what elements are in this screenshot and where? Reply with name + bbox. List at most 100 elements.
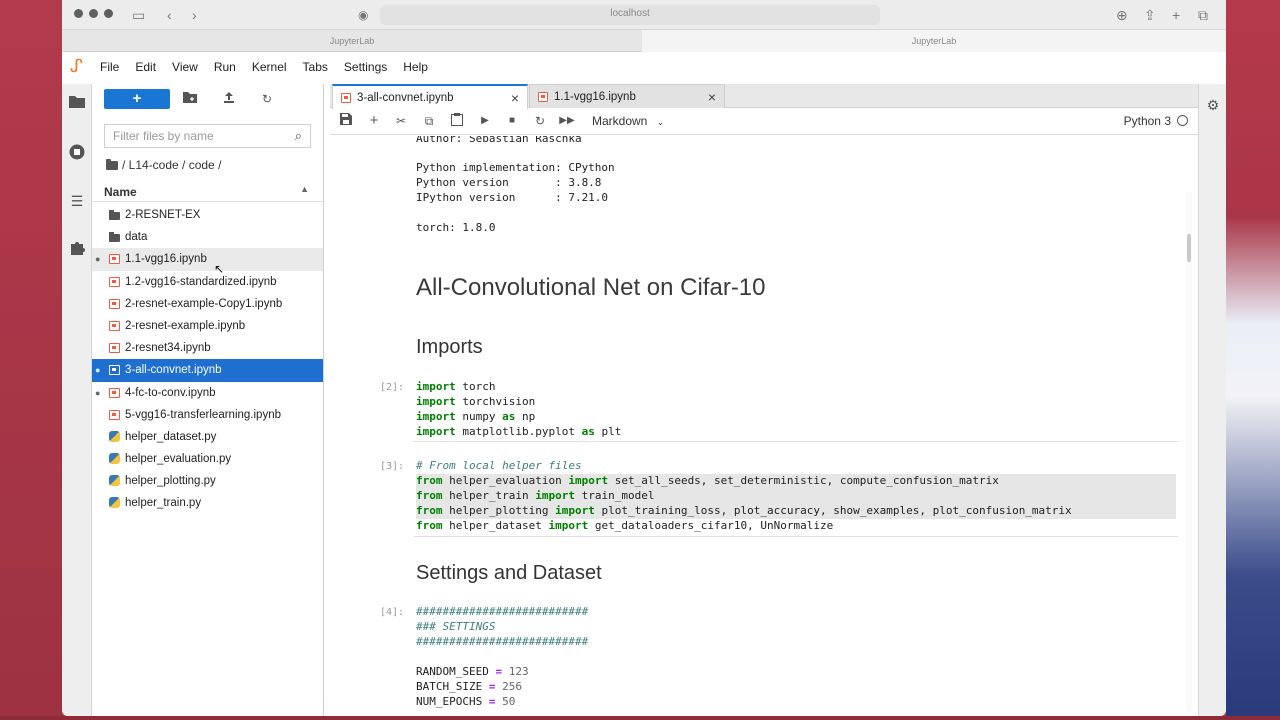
code-line: ##########################: [416, 635, 589, 648]
close-tab-icon[interactable]: ×: [708, 85, 716, 109]
imports-heading: Imports: [416, 336, 483, 358]
code-cell-imports[interactable]: import torch import torchvision import n…: [414, 378, 1178, 442]
file-item[interactable]: data: [92, 226, 323, 248]
upload-icon[interactable]: [220, 90, 238, 108]
kernel-status[interactable]: Python 3: [1124, 114, 1188, 128]
new-launcher-button[interactable]: +: [104, 89, 170, 109]
menu-settings[interactable]: Settings: [336, 56, 395, 78]
refresh-icon[interactable]: ↻: [258, 90, 276, 108]
new-folder-icon[interactable]: [181, 90, 199, 108]
code-cell-settings[interactable]: ########################## ### SETTINGS …: [414, 603, 1178, 716]
restart-run-all-icon[interactable]: ▶▶: [559, 113, 575, 129]
zoom-window-button[interactable]: [104, 9, 113, 18]
code-line: import torch: [416, 380, 496, 393]
file-item[interactable]: 2-resnet34.ipynb: [92, 337, 323, 359]
code-line: from helper_plotting import plot_trainin…: [416, 504, 1176, 519]
menu-run[interactable]: Run: [206, 56, 244, 78]
tab-1-1-vgg16[interactable]: 1.1-vgg16.ipynb ×: [529, 84, 725, 108]
privacy-icon[interactable]: ◉: [358, 5, 368, 25]
desktop-background-left: [0, 0, 62, 720]
notebook-icon: [109, 298, 120, 309]
file-browser: + ↻ ⌕ / L14-code / code / Name ▲ 2-RESNE…: [92, 84, 324, 716]
output-author-line: Author: Sebastian Raschka: [416, 136, 582, 145]
browser-toolbar: ▭ ‹ › ◉ localhost ⊕ ⇪ + ⧉: [62, 0, 1226, 30]
run-cell-icon[interactable]: ▶: [477, 113, 493, 129]
menu-help[interactable]: Help: [395, 56, 436, 78]
browser-tabs: JupyterLab JupyterLab: [62, 30, 1226, 52]
notebook-scrollbar-thumb[interactable]: [1187, 234, 1191, 262]
sidebar-toggle-icon[interactable]: ▭: [132, 5, 145, 25]
restart-kernel-icon[interactable]: ↻: [532, 113, 548, 129]
close-tab-icon[interactable]: ×: [511, 86, 519, 110]
download-icon[interactable]: ⊕: [1116, 5, 1128, 25]
python-file-icon: [109, 430, 120, 442]
cell-prompt: [4]:: [380, 607, 405, 618]
menu-file[interactable]: File: [92, 56, 127, 78]
file-item[interactable]: 2-resnet-example-Copy1.ipynb: [92, 293, 323, 315]
tab-3-all-convnet[interactable]: 3-all-convnet.ipynb ×: [332, 84, 528, 109]
tab-title: 3-all-convnet.ipynb: [357, 92, 454, 104]
notebook-icon: [341, 93, 351, 103]
address-bar[interactable]: localhost: [380, 5, 880, 25]
file-item[interactable]: 2-resnet-example.ipynb: [92, 315, 323, 337]
file-item[interactable]: helper_dataset.py: [92, 426, 323, 448]
notebook-content[interactable]: Author: Sebastian Raschka Python impleme…: [330, 136, 1198, 716]
output-version-line: IPython version : 7.21.0: [416, 191, 609, 204]
new-tab-icon[interactable]: +: [1172, 5, 1180, 25]
menu-tabs[interactable]: Tabs: [295, 56, 336, 78]
file-list: 2-RESNET-EX data ● 1.1-vgg16.ipynb 1.2-vgg16…: [92, 204, 323, 515]
notebook-scrollbar[interactable]: [1186, 192, 1192, 712]
python-file-icon: [109, 453, 120, 465]
file-browser-icon[interactable]: [68, 94, 86, 112]
minimize-window-button[interactable]: [89, 9, 98, 18]
file-item[interactable]: ● 4-fc-to-conv.ipynb: [92, 382, 323, 404]
menu-view[interactable]: View: [164, 56, 206, 78]
back-icon[interactable]: ‹: [167, 5, 172, 25]
cut-icon[interactable]: ✂: [393, 113, 409, 129]
cell-type-select[interactable]: Markdown ⌄: [592, 114, 664, 128]
forward-icon[interactable]: ›: [192, 5, 197, 25]
close-window-button[interactable]: [74, 9, 83, 18]
tab-overview-icon[interactable]: ⧉: [1198, 5, 1208, 25]
browser-tab-1[interactable]: JupyterLab: [62, 30, 642, 52]
file-list-header[interactable]: Name ▲: [92, 182, 323, 202]
folder-icon: [109, 232, 120, 243]
copy-icon[interactable]: ⧉: [421, 113, 437, 129]
menu-kernel[interactable]: Kernel: [244, 56, 295, 78]
extensions-icon[interactable]: [68, 240, 86, 258]
code-line: BATCH_SIZE = 256: [416, 680, 522, 693]
filter-files-input[interactable]: [113, 129, 283, 143]
home-folder-icon[interactable]: [106, 158, 118, 170]
file-item[interactable]: 2-RESNET-EX: [92, 204, 323, 226]
file-item[interactable]: helper_train.py: [92, 492, 323, 514]
table-of-contents-icon[interactable]: ☰: [68, 192, 86, 210]
browser-tab-2[interactable]: JupyterLab: [642, 30, 1226, 52]
file-item[interactable]: ● 3-all-convnet.ipynb: [92, 359, 323, 382]
jupyter-logo-icon: ᔑ: [70, 56, 83, 76]
right-activity-bar: ⚙: [1198, 84, 1226, 716]
file-name: helper_dataset.py: [125, 430, 217, 443]
name-column-header[interactable]: Name: [104, 185, 137, 199]
notebook-icon: [109, 276, 120, 287]
code-cell-helper-imports[interactable]: # From local helper files from helper_ev…: [414, 457, 1178, 537]
interrupt-kernel-icon[interactable]: ■: [504, 113, 520, 129]
file-item[interactable]: helper_evaluation.py: [92, 448, 323, 470]
file-item[interactable]: ● 1.1-vgg16.ipynb: [92, 248, 323, 271]
notebook-icon: [109, 254, 120, 265]
kernel-name: Python 3: [1123, 114, 1171, 128]
file-item[interactable]: 1.2-vgg16-standardized.ipynb: [92, 271, 323, 293]
insert-cell-icon[interactable]: +: [366, 113, 382, 129]
property-inspector-icon[interactable]: ⚙: [1204, 96, 1222, 114]
running-sessions-icon[interactable]: [68, 144, 86, 162]
menu-edit[interactable]: Edit: [127, 56, 164, 78]
save-icon[interactable]: [338, 113, 354, 129]
breadcrumb-path[interactable]: / L14-code / code /: [122, 158, 221, 172]
file-item[interactable]: 5-vgg16-transferlearning.ipynb: [92, 404, 323, 426]
file-item[interactable]: helper_plotting.py: [92, 470, 323, 492]
file-name: 4-fc-to-conv.ipynb: [125, 386, 216, 399]
cell-prompt: [3]:: [380, 461, 405, 472]
paste-icon[interactable]: [449, 113, 465, 129]
mouse-cursor-icon: ↖: [214, 262, 225, 276]
share-icon[interactable]: ⇪: [1144, 5, 1156, 25]
url-text: localhost: [610, 8, 650, 19]
